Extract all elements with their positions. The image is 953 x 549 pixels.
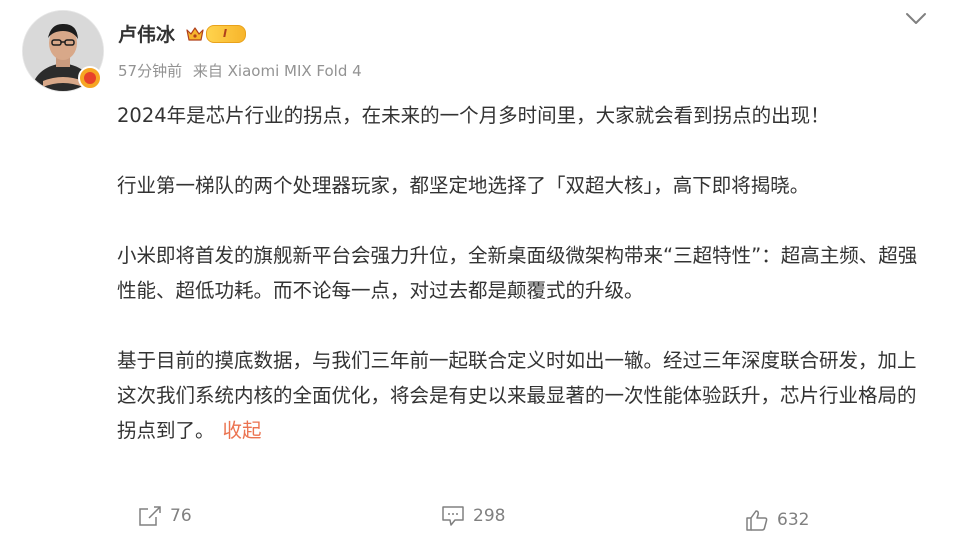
comment-button[interactable]: 298 [441, 505, 505, 527]
post-paragraph-2: 行业第一梯队的两个处理器玩家，都坚定地选择了「双超大核」，高下即将揭晓。 [117, 174, 810, 197]
post-paragraph-1: 2024年是芯片行业的拐点，在未来的一个月多时间里，大家就会看到拐点的出现！ [117, 104, 830, 127]
post-source: 来自 Xiaomi MIX Fold 4 [192, 62, 362, 80]
vip-level-label: I [206, 24, 247, 43]
author-name-row: 卢伟冰 I [118, 20, 247, 47]
comment-count: 298 [473, 506, 506, 526]
post-paragraph-4: 基于目前的摸底数据，与我们三年前一起联合定义时如出一辙。经过三年深度联合研发，加… [117, 343, 929, 448]
crown-icon [186, 26, 204, 41]
verified-badge-icon [78, 66, 102, 90]
username[interactable]: 卢伟冰 [118, 20, 175, 47]
collapse-link[interactable]: 收起 [223, 419, 262, 442]
post-paragraph-3: 小米即将首发的旗舰新平台会强力升位，全新桌面级微架构带来“三超特性”：超高主频、… [117, 244, 918, 302]
thumbs-up-icon [746, 510, 768, 531]
repost-count: 76 [170, 506, 192, 526]
like-count: 632 [777, 510, 810, 530]
post-content: 2024年是芯片行业的拐点，在未来的一个月多时间里，大家就会看到拐点的出现！ 行… [117, 98, 929, 448]
share-icon [139, 506, 161, 526]
author-avatar-wrapper[interactable] [22, 10, 104, 92]
post-meta: 57分钟前 来自 Xiaomi MIX Fold 4 [118, 60, 368, 81]
like-button[interactable]: 632 [745, 509, 809, 531]
chevron-down-icon[interactable] [905, 12, 927, 26]
repost-button[interactable]: 76 [138, 505, 192, 527]
post-time[interactable]: 57分钟前 [118, 62, 182, 80]
post-actions-bar: 76 298 632 [0, 505, 953, 539]
vip-badge[interactable]: I [185, 24, 247, 44]
comment-icon [442, 506, 464, 526]
